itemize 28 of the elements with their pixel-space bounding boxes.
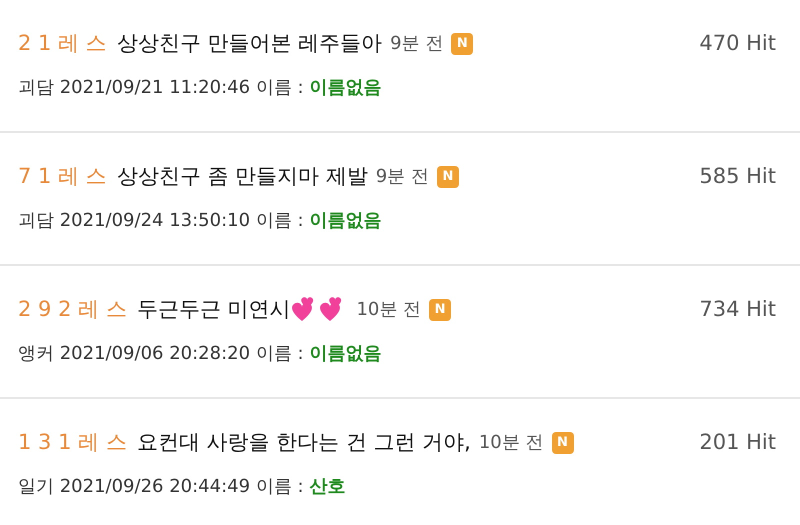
post-title[interactable]: 두근두근 미연시: [136, 294, 290, 326]
post-time: 9분 전: [390, 32, 444, 56]
post-meta: 괴담 2021/09/24 13:50:10 이름 :: [18, 210, 304, 230]
author-name: 이름없음: [310, 210, 382, 230]
author-name: 이름없음: [310, 76, 382, 98]
new-badge: N: [552, 432, 574, 454]
hit-count: 470 Hit: [699, 30, 776, 57]
post-meta: 앵커 2021/09/06 20:28:20 이름 :: [18, 342, 304, 364]
reply-count: 1 3 1 레 스: [18, 429, 127, 456]
reply-count: 7 1 레 스: [18, 163, 107, 190]
new-badge: N: [436, 166, 459, 188]
hit-count: 201 Hit: [699, 429, 776, 456]
post-time: 9분 전: [376, 165, 429, 190]
new-badge: N: [451, 32, 474, 55]
reply-count: 2 1 레 스: [18, 30, 107, 57]
post-title[interactable]: 상상친구 만들어본 레주들아: [116, 28, 382, 60]
author-name: 이름없음: [310, 342, 382, 364]
post-title[interactable]: 요컨대 사랑을 한다는 건 그런 거야,: [136, 427, 471, 458]
author-name: 산호: [310, 476, 346, 496]
post-time: 10분 전: [478, 431, 544, 456]
reply-count: 2 9 2 레 스: [18, 296, 127, 323]
post-meta: 일기 2021/09/26 20:44:49 이름 :: [18, 476, 304, 496]
post-meta: 괴담 2021/09/21 11:20:46 이름 :: [18, 76, 304, 98]
hit-count: 734 Hit: [699, 296, 776, 323]
post-title[interactable]: 상상친구 좀 만들지마 제발: [116, 161, 368, 192]
post-time: 10분 전: [356, 298, 422, 322]
new-badge: N: [429, 298, 452, 321]
hit-count: 585 Hit: [699, 163, 776, 190]
